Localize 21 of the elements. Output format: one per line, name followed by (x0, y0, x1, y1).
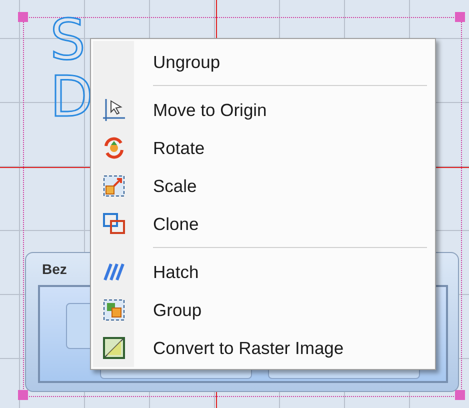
rotate-icon (102, 136, 126, 160)
menu-item[interactable]: Move to Origin (93, 91, 431, 129)
raster-image-icon (102, 336, 126, 360)
outline-text: S (50, 13, 86, 69)
resize-handle[interactable] (455, 390, 465, 400)
menu-item[interactable]: Ungroup (93, 43, 431, 81)
resize-handle[interactable] (455, 12, 465, 22)
panel-title: Bez (42, 261, 67, 277)
menu-item[interactable]: Group (93, 291, 431, 329)
menu-item[interactable]: Rotate (93, 129, 431, 167)
menu-item[interactable]: Hatch (93, 253, 431, 291)
menu-item[interactable]: Clone (93, 205, 431, 243)
clone-icon (102, 212, 126, 236)
menu-item[interactable]: Convert to Raster Image (93, 329, 431, 367)
resize-handle[interactable] (18, 12, 28, 22)
group-icon (102, 298, 126, 322)
outline-text: D (50, 70, 94, 126)
scale-icon (102, 174, 126, 198)
menu-item[interactable]: Scale (93, 167, 431, 205)
resize-handle[interactable] (18, 390, 28, 400)
axis-cursor-icon (102, 98, 126, 122)
